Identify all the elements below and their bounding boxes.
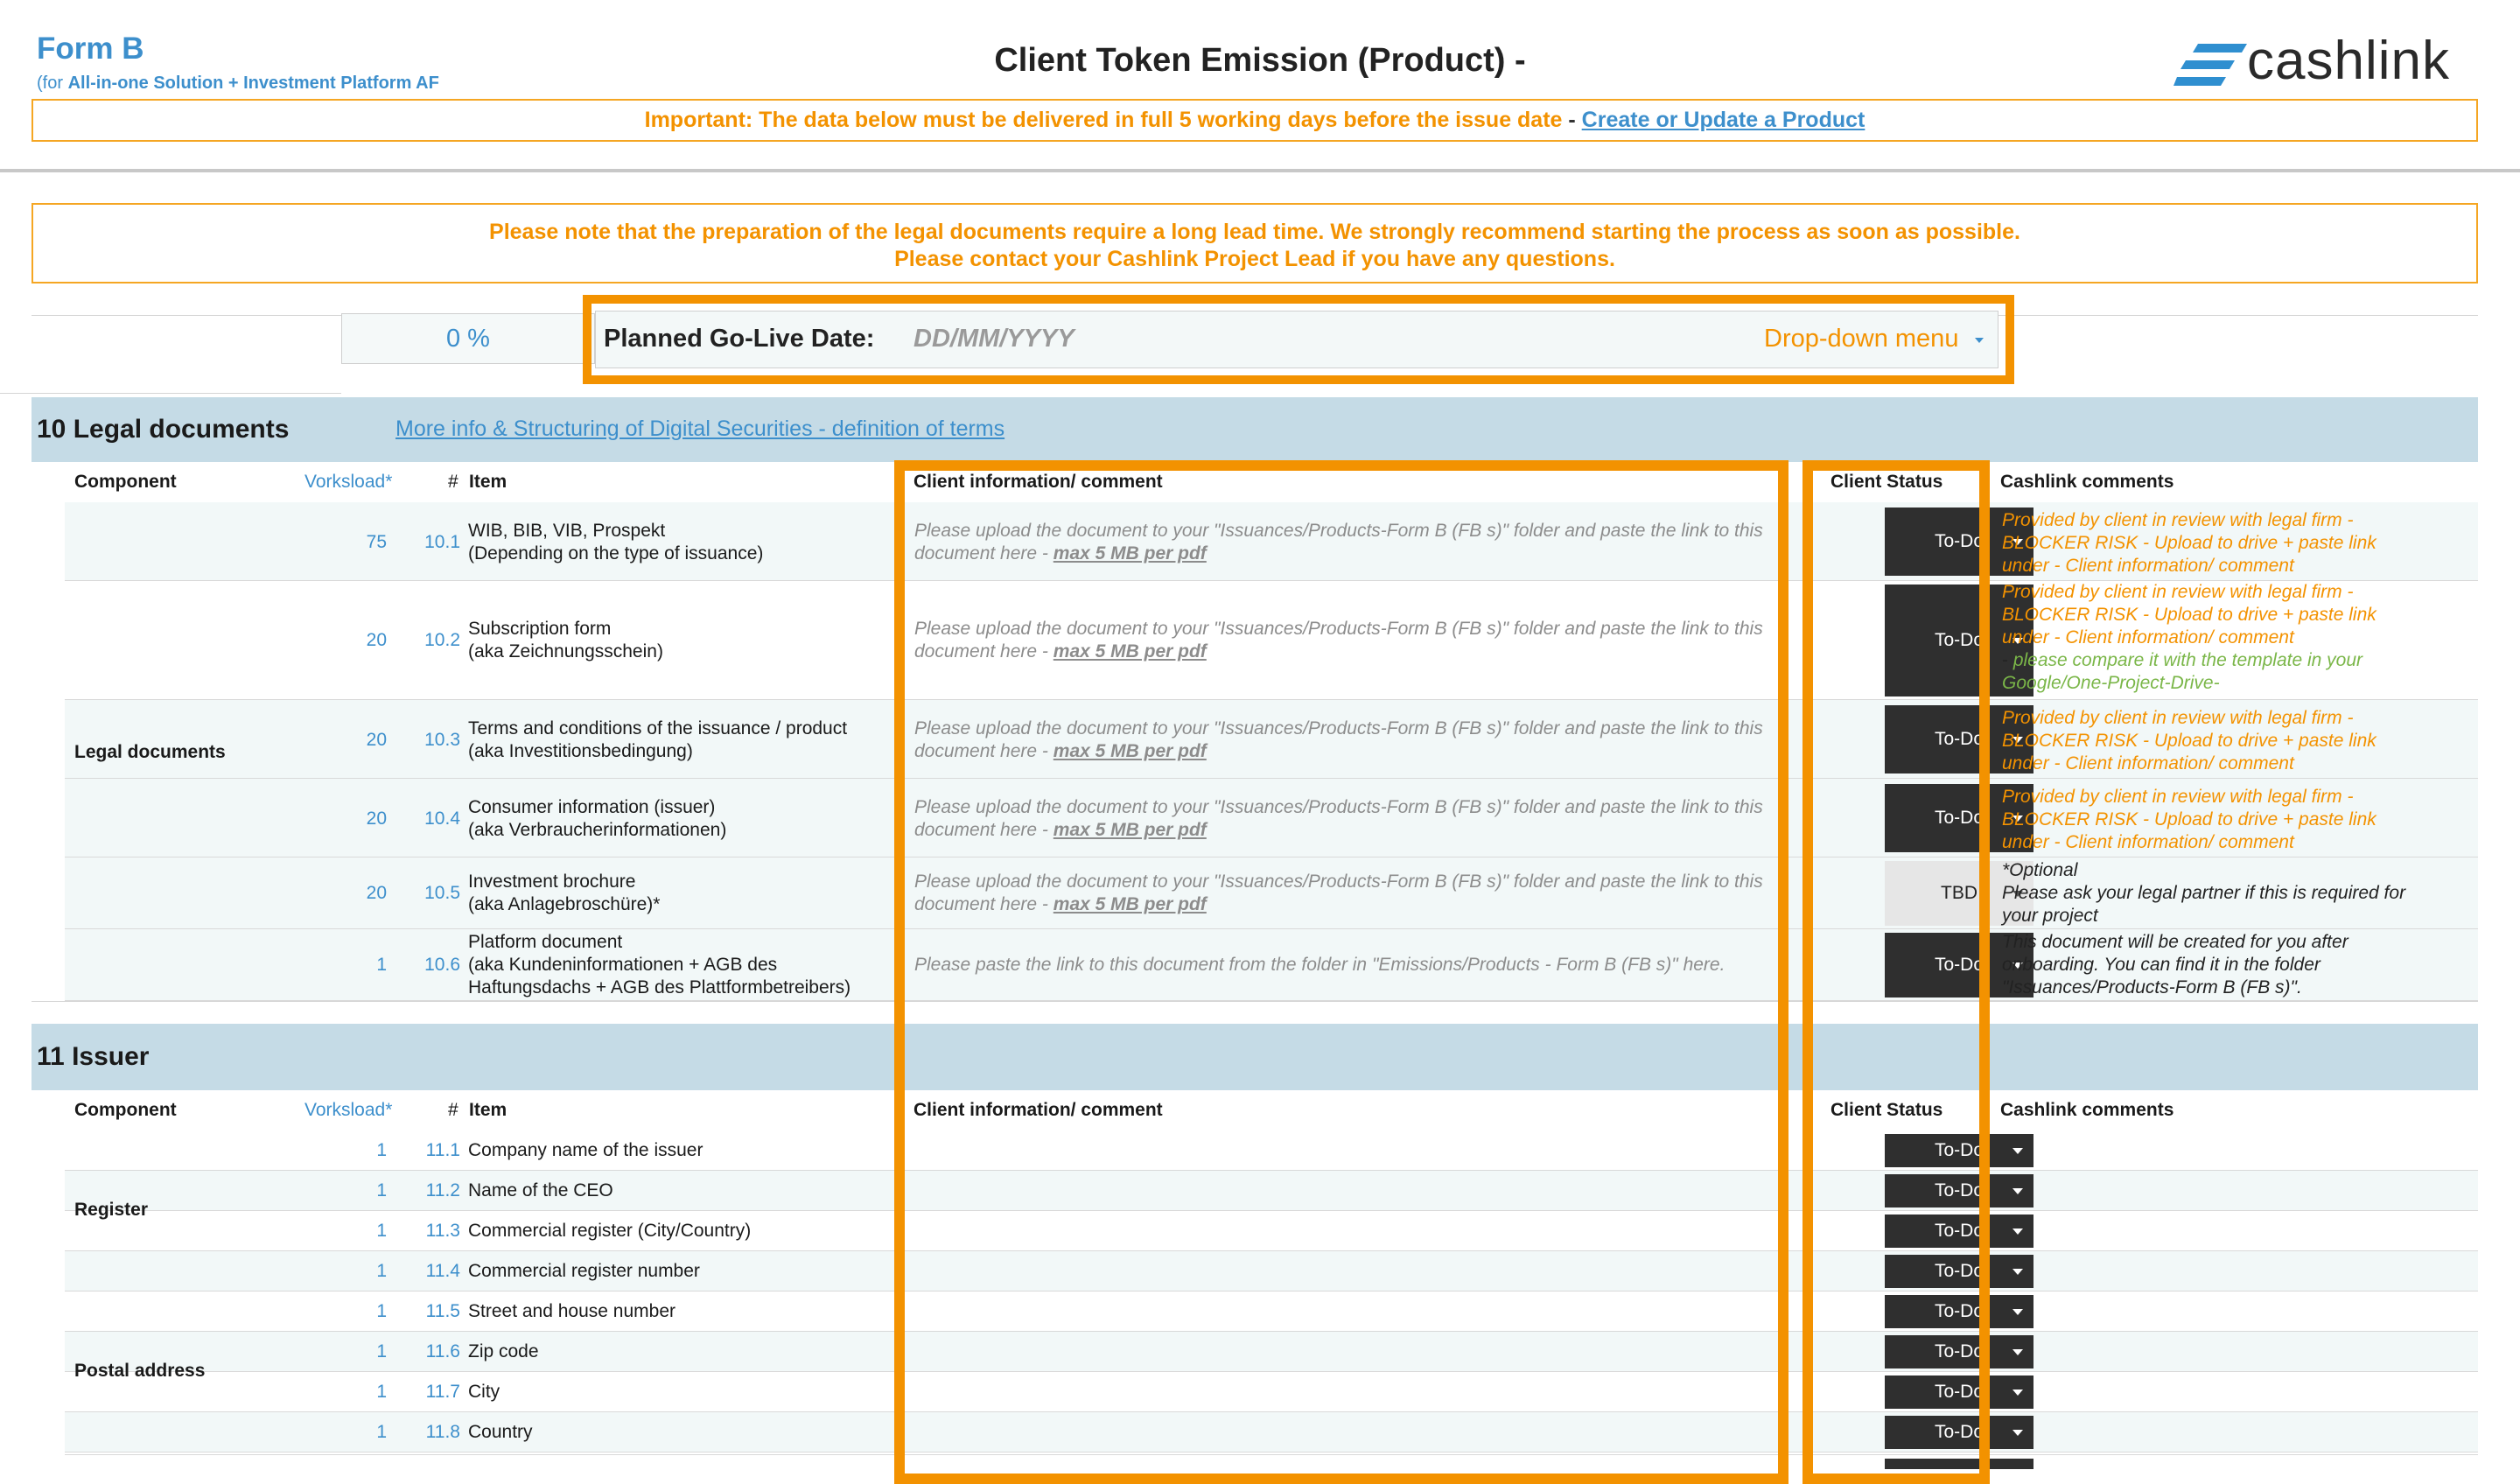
workload-value: 1 (376, 1261, 387, 1281)
client-status-column-highlight (1802, 460, 1990, 1484)
workload-value: 1 (376, 1221, 387, 1241)
col-cashlink-comments: Cashlink comments (2000, 1100, 2174, 1120)
dropdown-caret-icon (2012, 1228, 2023, 1235)
col-workload: Vorksload* (304, 1100, 393, 1120)
structuring-info-link[interactable]: More info & Structuring of Digital Secur… (396, 416, 1004, 442)
col-hash: # (448, 1100, 458, 1120)
dropdown-caret-icon (2012, 1188, 2023, 1194)
section-10-title: 10 Legal documents (37, 415, 290, 444)
workload-value: 1 (376, 1301, 387, 1321)
item-label: Zip code (468, 1341, 539, 1362)
important-text: Important: The data below must be delive… (644, 108, 1563, 132)
divider (0, 393, 341, 394)
item-number: 11.8 (425, 1422, 460, 1442)
dropdown-caret-icon (2012, 1269, 2023, 1275)
item-label: Street and house number (468, 1301, 676, 1321)
col-hash: # (448, 472, 458, 492)
col-item: Item (469, 1100, 508, 1120)
item-number: 11.3 (425, 1221, 460, 1241)
item-label: Country (468, 1422, 533, 1442)
component-legal-documents: Legal documents (74, 742, 226, 762)
dropdown-caret-icon (2012, 1309, 2023, 1315)
workload-value: 1 (376, 1341, 387, 1362)
item-number: 11.6 (425, 1341, 460, 1362)
golive-highlight (583, 295, 2014, 384)
item-label: City (468, 1382, 500, 1402)
important-banner: Important: The data below must be delive… (32, 99, 2478, 142)
workload-value: 1 (376, 1180, 387, 1200)
item-number: 11.5 (425, 1301, 460, 1321)
workload-value: 1 (376, 1140, 387, 1160)
page-title: Client Token Emission (Product) - (994, 42, 1526, 79)
dropdown-caret-icon (2012, 1430, 2023, 1436)
item-label: Company name of the issuer (468, 1140, 704, 1160)
col-workload: Vorksload* (304, 472, 393, 492)
completion-percent: 0 % (341, 313, 595, 364)
item-label: Name of the CEO (468, 1180, 613, 1200)
workload-value: 1 (376, 1422, 387, 1442)
component-register: Register (74, 1200, 149, 1220)
cashlink-logo-icon (2174, 44, 2247, 86)
cashlink-logo: cashlink (2174, 31, 2471, 93)
item-number: 11.7 (425, 1382, 460, 1402)
col-item: Item (469, 472, 508, 492)
logo-text: cashlink (2247, 31, 2450, 91)
col-component: Component (74, 472, 177, 492)
item-number: 11.2 (425, 1180, 460, 1200)
workload-value: 1 (376, 1382, 387, 1402)
dropdown-caret-icon (2012, 1148, 2023, 1154)
section-11-title: 11 Issuer (37, 1042, 150, 1071)
item-number: 11.1 (425, 1140, 460, 1160)
dropdown-caret-icon (2012, 1349, 2023, 1355)
item-label: Commercial register (City/Country) (468, 1221, 752, 1241)
col-cashlink-comments: Cashlink comments (2000, 472, 2174, 492)
dropdown-caret-icon (2012, 1390, 2023, 1396)
item-label: Commercial register number (468, 1261, 700, 1281)
component-postal-address: Postal address (74, 1361, 206, 1381)
item-number: 11.4 (425, 1261, 460, 1281)
header-divider (0, 169, 2520, 172)
lead-time-note: Please note that the preparation of the … (32, 203, 2478, 284)
col-component: Component (74, 1100, 177, 1120)
client-info-column-highlight (894, 460, 1788, 1484)
create-update-product-link[interactable]: Create or Update a Product (1582, 108, 1866, 132)
